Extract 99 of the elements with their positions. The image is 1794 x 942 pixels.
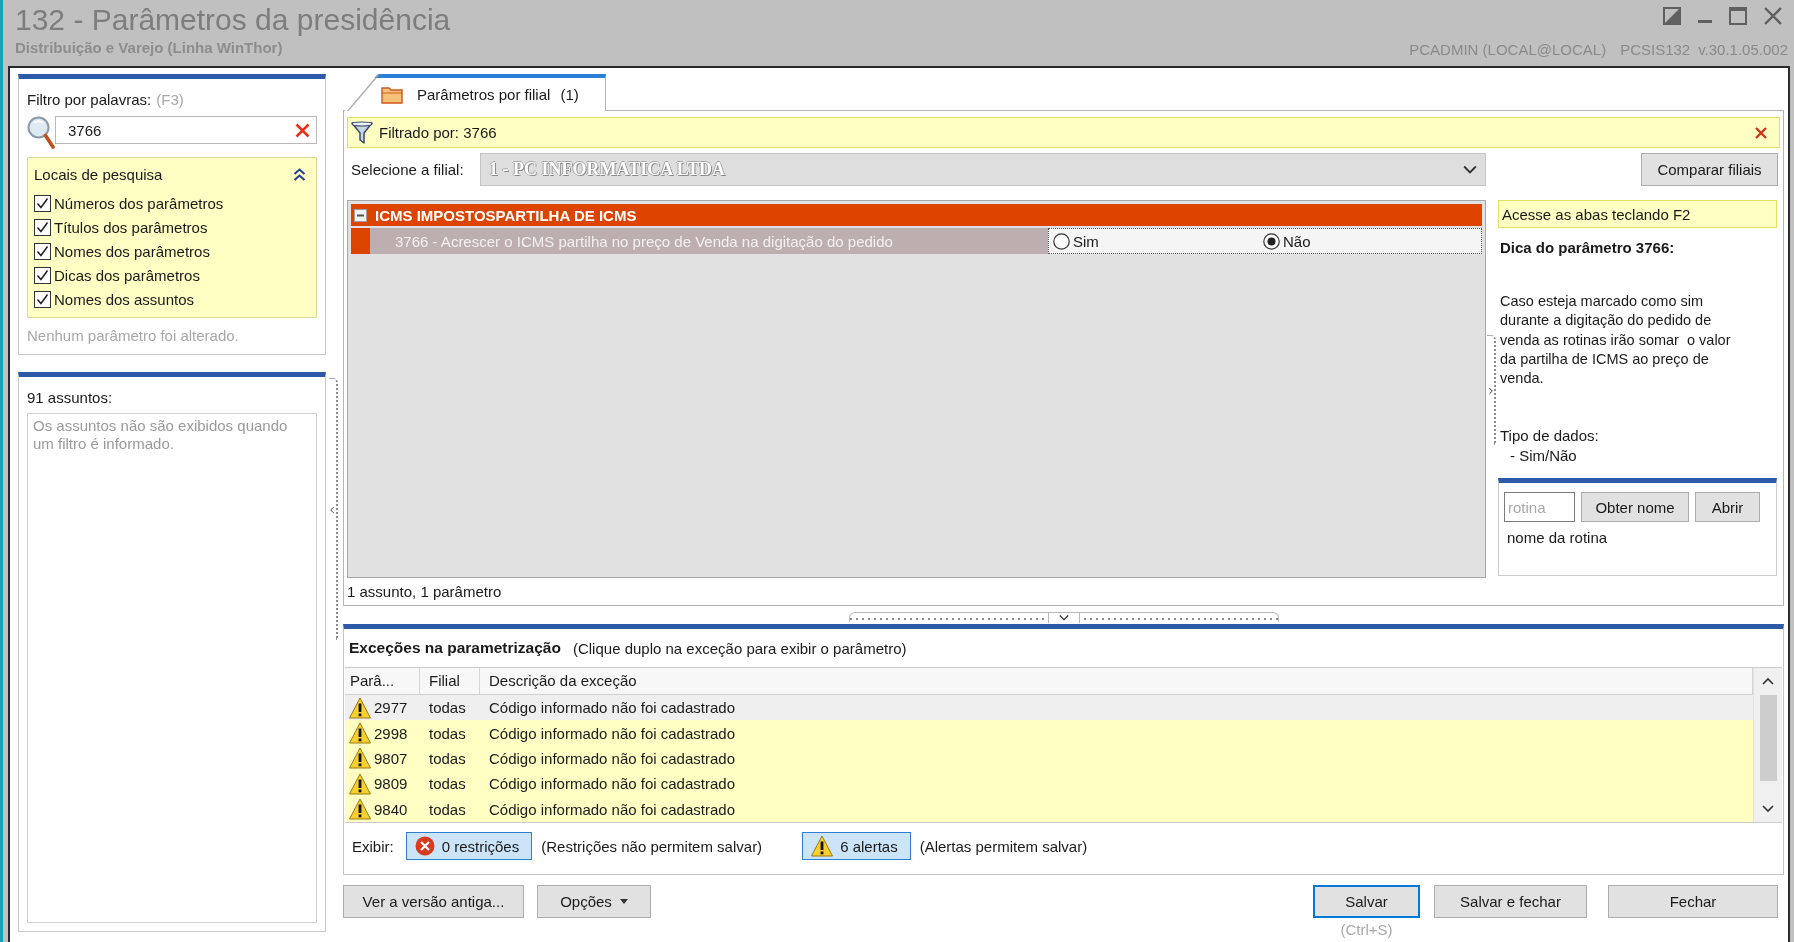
table-cell-text: 9840	[373, 799, 409, 820]
checkbox-icon[interactable]	[34, 290, 51, 308]
caret-icon	[619, 899, 628, 904]
error-icon	[414, 836, 435, 856]
hint-text: Caso esteja marcado como sim durante a digitação do pedido de venda as rotinas irão somar o valor da partilha de ICMS ao preço de venda.	[1499, 292, 1732, 389]
routine-input[interactable]: rotina	[1504, 492, 1575, 523]
scrollbar-thumb[interactable]	[1759, 695, 1777, 781]
group-header[interactable]: ICMS IMPOSTOSPARTILHA DE ICMS	[351, 204, 1482, 226]
maximize-icon[interactable]	[1729, 7, 1747, 25]
checkbox-icon[interactable]	[34, 242, 51, 260]
table-cell-text: todas	[428, 698, 467, 719]
filter-text: Filtrado por: 3766	[379, 124, 498, 141]
radio-icon[interactable]	[1263, 232, 1280, 250]
diagonal-square-icon[interactable]	[1663, 7, 1681, 25]
filter-label: Exibir:	[352, 837, 394, 855]
warning-icon	[811, 835, 834, 857]
table-cell-text: 9809	[373, 774, 409, 795]
shortcut-hint: (F3)	[156, 90, 184, 110]
checkbox-option[interactable]: Números dos parâmetros	[34, 191, 310, 215]
toggle-button[interactable]: 0 restrições	[405, 832, 533, 860]
data-type-value: - Sim/Não	[1509, 446, 1578, 467]
checkbox-option[interactable]: Nomes dos assuntos	[34, 287, 310, 311]
radio-option[interactable]: Sim	[1053, 232, 1263, 250]
toggle-button[interactable]: 6 alertas	[802, 832, 911, 860]
action-button[interactable]: Abrir	[1695, 492, 1760, 523]
hint-title: Dica do parâmetro 3766:	[1499, 238, 1676, 258]
table-cell-text: todas	[428, 799, 467, 820]
chevron-down-icon[interactable]	[1058, 612, 1069, 623]
warning-icon	[349, 798, 371, 821]
action-button[interactable]: Ver a versão antiga...	[343, 885, 524, 918]
section-hint: (Clique duplo na exceção para exibir o parâmetro)	[572, 639, 907, 657]
menu-button[interactable]: Opções	[537, 885, 651, 918]
funnel-icon	[351, 120, 373, 145]
shortcut-hint: (Ctrl+S)	[1340, 921, 1393, 939]
empty-list-message: Os assuntos não são exibidos quando um filtro é informado.	[33, 417, 289, 453]
radio-icon[interactable]	[1053, 232, 1070, 250]
action-button[interactable]: Obter nome	[1581, 492, 1689, 523]
action-button[interactable]: Salvar e fechar	[1434, 885, 1587, 918]
search-input[interactable]: 3766	[68, 118, 295, 142]
table-row[interactable]: 2977 todas Código informado não foi cadastrado	[345, 694, 1753, 721]
subjects-count: 91 assuntos:	[27, 388, 113, 408]
close-icon[interactable]	[1764, 7, 1782, 25]
data-type-label: Tipo de dados:	[1499, 426, 1600, 447]
warning-icon	[349, 696, 371, 719]
chevron-down-icon[interactable]	[1762, 803, 1774, 815]
search-places-title: Locais de pesquisa	[34, 166, 163, 183]
window-title: 132 - Parâmetros da presidência	[15, 2, 451, 38]
chevron-left-icon[interactable]	[329, 504, 336, 515]
double-chevron-up-icon[interactable]	[293, 167, 306, 182]
checkbox-option[interactable]: Títulos dos parâmetros	[34, 215, 310, 239]
splitter-handle[interactable]	[1487, 335, 1496, 445]
search-icon	[27, 116, 55, 150]
checkbox-icon[interactable]	[34, 218, 51, 236]
group-title: ICMS IMPOSTOSPARTILHA DE ICMS	[375, 206, 637, 224]
section-title: Exceções na parametrização	[349, 639, 561, 657]
radio-option[interactable]: Não	[1263, 232, 1473, 250]
splitter-handle[interactable]	[848, 612, 1279, 622]
table-cell-text: Código informado não foi cadastrado	[488, 799, 736, 820]
tab[interactable]: Parâmetros por filial (1)	[345, 74, 606, 111]
folder-icon	[381, 85, 403, 104]
warning-icon	[349, 722, 371, 745]
minus-box-icon[interactable]	[354, 208, 367, 222]
table-cell-text: 9807	[373, 748, 409, 769]
compare-button[interactable]: Comparar filiais	[1641, 153, 1778, 186]
column-header[interactable]: Filial	[420, 668, 480, 694]
checkbox-icon[interactable]	[34, 266, 51, 284]
table-cell-text: Código informado não foi cadastrado	[488, 748, 736, 769]
table-cell-text: 2977	[373, 698, 409, 719]
column-header[interactable]: Parâ...	[345, 668, 420, 694]
table-cell-text: 2998	[373, 723, 409, 744]
clear-icon[interactable]	[295, 122, 310, 138]
table-cell-text: Código informado não foi cadastrado	[488, 723, 736, 744]
summary-text: 1 assunto, 1 parâmetro	[347, 582, 503, 602]
table-cell-text: Código informado não foi cadastrado	[488, 774, 736, 795]
toggle-note: (Alertas permitem salvar)	[919, 837, 1088, 855]
routine-name-text: nome da rotina	[1506, 528, 1609, 549]
shortcut-notice: Acesse as abas teclando F2	[1498, 200, 1777, 228]
field-label: Filtro por palavras:	[27, 90, 152, 110]
chevron-right-icon[interactable]	[1487, 385, 1494, 396]
checkbox-option[interactable]: Nomes dos parâmetros	[34, 239, 310, 263]
warning-icon	[349, 747, 371, 770]
splitter-handle[interactable]	[329, 378, 338, 640]
checkbox-option[interactable]: Dicas dos parâmetros	[34, 263, 310, 287]
parameter-label: 3766 - Acrescer o ICMS partilha no preço de Venda na digitação do pedido	[370, 228, 1048, 254]
action-button[interactable]: Salvar	[1313, 885, 1420, 918]
checkbox-icon[interactable]	[34, 194, 51, 212]
table-cell-text: todas	[428, 723, 467, 744]
table-cell-text: todas	[428, 774, 467, 795]
status-text: Nenhum parâmetro foi alterado.	[27, 326, 240, 346]
toggle-note: (Restrições não permitem salvar)	[541, 837, 763, 855]
close-icon[interactable]	[1755, 126, 1767, 139]
warning-icon	[349, 772, 371, 795]
search-field[interactable]: 3766	[55, 116, 317, 144]
action-button[interactable]: Fechar	[1608, 885, 1778, 918]
parameter-row[interactable]: 3766 - Acrescer o ICMS partilha no preço de Venda na digitação do pedido Sim Não	[351, 228, 1482, 254]
field-label: Selecione a filial:	[350, 161, 465, 178]
table-cell-text: todas	[428, 748, 467, 769]
scrollbar[interactable]	[1753, 668, 1782, 822]
table-cell-text: Código informado não foi cadastrado	[488, 698, 736, 719]
